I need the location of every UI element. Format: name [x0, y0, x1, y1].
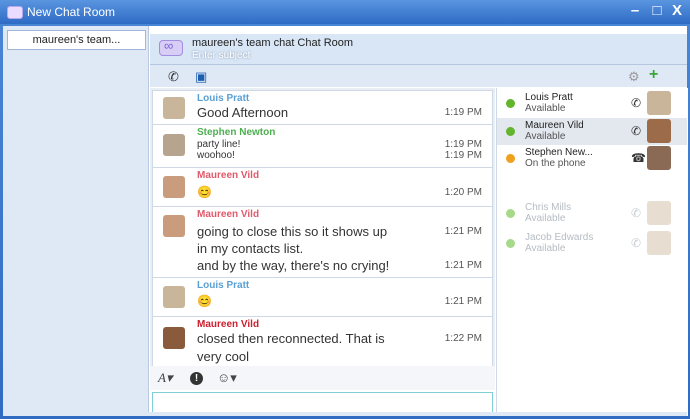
- window-title: New Chat Room: [27, 5, 116, 19]
- avatar: [647, 91, 671, 115]
- message-text: going to close this so it shows up: [197, 224, 388, 239]
- message-sender: Maureen Vild: [197, 209, 260, 220]
- maximize-button[interactable]: □: [648, 2, 666, 20]
- chat-window: New Chat Room – □ X maureen's team... ma…: [0, 0, 690, 419]
- participant-row[interactable]: Jacob Edwards Available ✆: [497, 230, 687, 257]
- gear-icon[interactable]: ⚙: [628, 69, 640, 85]
- add-participant-icon[interactable]: +: [649, 66, 658, 84]
- message-timestamp: 1:21 PM: [444, 260, 482, 271]
- subject-input[interactable]: Enter subject: [192, 50, 250, 61]
- chat-app-icon: [7, 6, 23, 19]
- close-button[interactable]: X: [668, 2, 686, 20]
- participant-name: Stephen New...: [525, 147, 593, 158]
- client-area: maureen's team... maureen's team chat Ch…: [3, 26, 688, 416]
- chat-message: Maureen Vild 😊 1:20 PM: [152, 167, 493, 207]
- font-format-button[interactable]: A▾: [158, 370, 172, 386]
- message-text: 😊: [197, 294, 212, 308]
- message-text: Good Afternoon: [197, 105, 289, 120]
- priority-alert-icon[interactable]: !: [190, 372, 203, 385]
- participant-row[interactable]: Louis Pratt Available ✆: [497, 90, 687, 117]
- avatar: [163, 215, 185, 237]
- phone-icon[interactable]: ✆: [631, 206, 641, 220]
- avatar: [163, 176, 185, 198]
- presence-status-icon: [506, 154, 515, 163]
- message-sender: Maureen Vild: [197, 319, 260, 330]
- message-timestamp: 1:19 PM: [444, 139, 482, 150]
- avatar: [163, 134, 185, 156]
- participant-name: Louis Pratt: [525, 92, 573, 103]
- chat-message: Louis Pratt 😊 1:21 PM: [152, 277, 493, 317]
- participant-name: Jacob Edwards: [525, 232, 594, 243]
- minimize-button[interactable]: –: [626, 2, 644, 20]
- message-history: Louis Pratt Good Afternoon 1:19 PM Stephen …: [150, 88, 495, 366]
- message-sender: Louis Pratt: [197, 280, 250, 291]
- participant-status: Available: [525, 103, 566, 114]
- chat-message: Maureen Vild going to close this so it sh…: [152, 206, 493, 278]
- presence-status-icon: [506, 127, 515, 136]
- message-text: and by the way, there's no crying!: [197, 258, 390, 273]
- message-text: 😊: [197, 185, 212, 199]
- conversation-tab-list: maureen's team...: [3, 26, 149, 416]
- avatar: [647, 119, 671, 143]
- screen-share-icon[interactable]: ▣: [195, 69, 207, 85]
- message-timestamp: 1:21 PM: [444, 296, 482, 307]
- message-input[interactable]: [152, 392, 493, 414]
- message-timestamp: 1:22 PM: [444, 333, 482, 344]
- participant-row[interactable]: Maureen Vild Available ✆: [497, 118, 687, 145]
- participant-name: Maureen Vild: [525, 120, 584, 131]
- avatar: [647, 231, 671, 255]
- avatar: [163, 97, 185, 119]
- participant-status: Available: [525, 243, 566, 254]
- message-sender: Maureen Vild: [197, 170, 260, 181]
- phone-icon[interactable]: ✆: [168, 69, 179, 85]
- chat-message: Maureen Vild closed then reconnected. Tha…: [152, 316, 493, 366]
- message-timestamp: 1:19 PM: [444, 150, 482, 161]
- message-text: closed then reconnected. That is: [197, 331, 385, 346]
- presence-status-icon: [506, 239, 515, 248]
- tab-maureens-team[interactable]: maureen's team...: [7, 30, 146, 50]
- avatar: [647, 201, 671, 225]
- message-sender: Louis Pratt: [197, 93, 250, 104]
- participant-status: On the phone: [525, 158, 586, 169]
- message-text: very cool: [197, 349, 250, 364]
- participant-row[interactable]: Stephen New... On the phone ☎: [497, 145, 687, 172]
- participant-row[interactable]: Chris Mills Available ✆: [497, 200, 687, 227]
- participant-name: Chris Mills: [525, 202, 572, 213]
- chat-message: Louis Pratt Good Afternoon 1:19 PM: [152, 90, 493, 125]
- message-timestamp: 1:19 PM: [444, 107, 482, 118]
- avatar: [163, 286, 185, 308]
- participant-status: Available: [525, 131, 566, 142]
- room-header: maureen's team chat Chat Room Enter subj…: [150, 34, 687, 65]
- message-sender: Stephen Newton: [197, 127, 276, 138]
- input-toolbar: A▾ ! ☺▾: [150, 366, 495, 390]
- chat-message: Stephen Newton party line! 1:19 PM woohoo! 1…: [152, 124, 493, 168]
- participant-status: Available: [525, 213, 566, 224]
- participant-list: Louis Pratt Available ✆ Maureen Vild Availab…: [496, 88, 688, 416]
- message-timestamp: 1:21 PM: [444, 226, 482, 237]
- avatar: [163, 327, 185, 349]
- message-text: party line!: [197, 139, 241, 150]
- message-text: woohoo!: [197, 150, 235, 161]
- message-timestamp: 1:20 PM: [444, 187, 482, 198]
- phone-icon[interactable]: ✆: [631, 124, 641, 138]
- presence-status-icon: [506, 209, 515, 218]
- title-bar[interactable]: New Chat Room – □ X: [0, 0, 690, 24]
- window-bottom-edge: [3, 412, 687, 416]
- presence-status-icon: [506, 99, 515, 108]
- avatar: [647, 146, 671, 170]
- emoticon-button[interactable]: ☺▾: [217, 370, 237, 386]
- message-text: in my contacts list.: [197, 241, 304, 256]
- phone-icon[interactable]: ✆: [631, 236, 641, 250]
- chat-room-icon: [159, 38, 183, 56]
- room-name: maureen's team chat Chat Room: [192, 37, 354, 49]
- conversation-toolbar: ✆ ▣ ⚙ +: [150, 65, 687, 87]
- phone-icon[interactable]: ✆: [631, 96, 641, 110]
- on-call-phone-icon[interactable]: ☎: [631, 151, 646, 165]
